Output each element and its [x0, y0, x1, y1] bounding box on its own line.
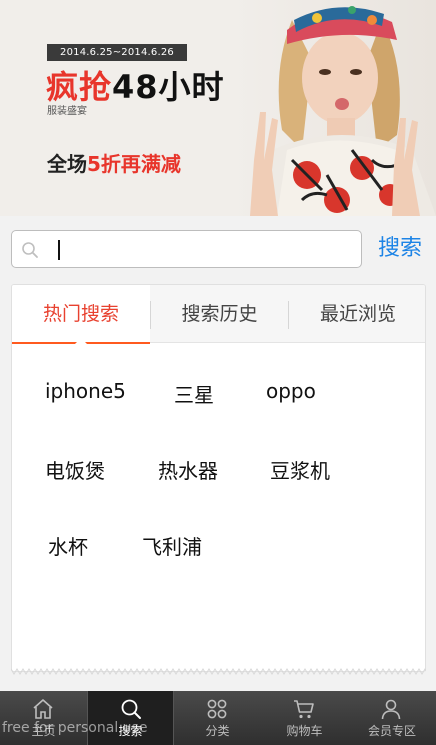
nav-item-home[interactable]: 主页 [0, 691, 87, 745]
promo-banner[interactable]: 2014.6.25~2014.6.26 疯抢48小时 服装盛宴 全场5折再满减 [0, 0, 436, 216]
search-tabs: 热门搜索 搜索历史 最近浏览 [12, 285, 425, 344]
nav-label: 主页 [31, 724, 56, 738]
banner-headline-red: 疯抢 [46, 68, 113, 106]
panel-zigzag-edge [11, 668, 426, 675]
nav-item-cart[interactable]: 购物车 [261, 691, 348, 745]
nav-item-category[interactable]: 分类 [174, 691, 261, 745]
banner-headline-black: 48小时 [112, 68, 225, 106]
nav-label: 分类 [205, 724, 230, 738]
nav-label: 购物车 [286, 724, 323, 738]
category-icon [207, 699, 227, 719]
nav-label: 会员专区 [367, 724, 416, 738]
hot-term[interactable]: 豆浆机 [270, 455, 330, 484]
hot-term[interactable]: 电饭煲 [45, 455, 105, 484]
hot-term[interactable]: 水杯 [48, 531, 88, 560]
member-icon [381, 699, 401, 720]
banner-subtitle: 服装盛宴 [47, 106, 87, 117]
tab-search-history[interactable]: 搜索历史 [151, 285, 288, 343]
tab-label: 热门搜索 [42, 303, 119, 325]
tab-recently-viewed[interactable]: 最近浏览 [289, 285, 425, 343]
bottom-navigation: 主页 搜索 分类 购物车 会员专区 [0, 691, 436, 745]
search-screen: 2014.6.25~2014.6.26 疯抢48小时 服装盛宴 全场5折再满减 [0, 0, 436, 745]
nav-label: 搜索 [118, 724, 143, 738]
hot-term[interactable]: 飞利浦 [142, 531, 202, 560]
nav-item-member[interactable]: 会员专区 [348, 691, 436, 745]
hot-term[interactable]: iphone5 [45, 379, 126, 403]
banner-promo: 全场5折再满减 [47, 148, 181, 177]
search-box[interactable] [11, 230, 362, 268]
hot-term[interactable]: 三星 [174, 379, 214, 408]
search-input[interactable] [62, 235, 352, 263]
search-icon [22, 242, 38, 258]
tab-label: 搜索历史 [181, 303, 258, 325]
cart-icon [294, 700, 314, 719]
active-tab-notch [75, 338, 87, 344]
hot-term[interactable]: 热水器 [158, 455, 218, 484]
tab-label: 最近浏览 [319, 303, 396, 325]
text-cursor [58, 240, 60, 260]
search-bar-row: 搜索 [0, 216, 436, 282]
search-icon [121, 699, 141, 719]
banner-promo-red: 5折再满减 [87, 152, 181, 176]
hot-term[interactable]: oppo [266, 379, 316, 403]
tab-hot-search[interactable]: 热门搜索 [12, 285, 150, 344]
search-panel: 热门搜索 搜索历史 最近浏览 iphone5 三星 oppo 电饭煲 热水器 豆… [11, 284, 426, 672]
search-button[interactable]: 搜索 [372, 232, 428, 266]
banner-promo-prefix: 全场 [47, 152, 87, 176]
banner-date-range: 2014.6.25~2014.6.26 [47, 44, 187, 61]
nav-item-search[interactable]: 搜索 [87, 691, 174, 745]
banner-model-photo [232, 0, 436, 216]
home-icon [33, 699, 53, 719]
